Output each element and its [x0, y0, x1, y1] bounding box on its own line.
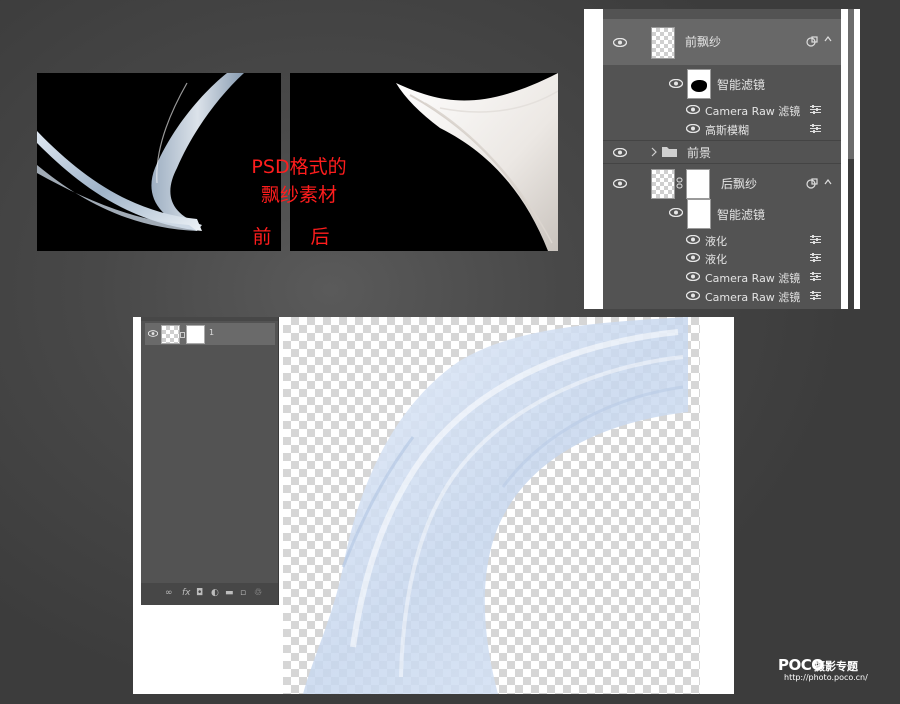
before-label: 前: [252, 226, 272, 248]
layer-mask-thumbnail: [686, 169, 710, 199]
transparent-canvas-area: [283, 317, 700, 694]
folder-icon: [662, 147, 677, 157]
after-label: 后: [310, 226, 330, 248]
mask-icon[interactable]: ◘: [196, 588, 203, 598]
filter-options-icon[interactable]: [810, 272, 821, 281]
visibility-eye-icon[interactable]: [669, 79, 683, 88]
mini-layers-panel: 1 ∞ fx ◘ ◐ ▬ ▫ ♲: [141, 317, 279, 605]
link-icon: [180, 332, 185, 338]
visibility-eye-icon[interactable]: [613, 179, 627, 188]
visibility-eye-icon[interactable]: [686, 235, 700, 244]
filter-options-icon[interactable]: [810, 105, 821, 114]
visibility-eye-icon[interactable]: [686, 124, 700, 133]
poco-watermark: POCO 摄影专题 http://photo.poco.cn/: [778, 656, 878, 686]
filter-label: Camera Raw 滤镜: [705, 272, 801, 285]
trash-icon[interactable]: ♲: [254, 588, 262, 598]
visibility-eye-icon[interactable]: [686, 291, 700, 300]
filter-options-icon[interactable]: [810, 235, 821, 244]
group-name: 前景: [687, 146, 712, 160]
canvas-screenshot: 1 ∞ fx ◘ ◐ ▬ ▫ ♲: [133, 317, 734, 694]
visibility-eye-icon[interactable]: [613, 38, 627, 47]
layers-footer-toolbar: ∞ fx ◘ ◐ ▬ ▫ ♲: [141, 583, 278, 605]
smart-filter-row[interactable]: 智能滤镜: [603, 65, 841, 101]
filter-row-camera-raw[interactable]: Camera Raw 滤镜: [603, 287, 841, 305]
smart-object-icon: [806, 36, 818, 47]
layer-thumbnail: [651, 27, 675, 59]
layer-mask-thumbnail: [186, 325, 205, 344]
scrollbar-thumb[interactable]: [848, 9, 854, 159]
layer-group-foreground[interactable]: 前景: [603, 141, 841, 163]
smart-filter-row[interactable]: 智能滤镜: [603, 196, 841, 230]
filter-label: 液化: [705, 253, 727, 266]
caption-line-2: 飘纱素材: [260, 184, 337, 206]
link-icon[interactable]: ∞: [165, 588, 173, 598]
filter-mask-thumbnail: [687, 69, 711, 99]
watermark-label: 摄影专题: [814, 660, 858, 673]
visibility-eye-icon[interactable]: [669, 208, 683, 217]
layer-row[interactable]: 1: [145, 323, 275, 345]
folder-icon[interactable]: ▬: [225, 588, 234, 598]
watermark-url: http://photo.poco.cn/: [784, 673, 868, 682]
filter-label: Camera Raw 滤镜: [705, 105, 801, 118]
filter-label: Camera Raw 滤镜: [705, 291, 801, 304]
filter-options-icon[interactable]: [810, 124, 821, 133]
smart-filter-label: 智能滤镜: [717, 78, 766, 92]
layers-list: 前飘纱 智能滤镜 Camera Raw 滤镜 高斯模糊 前景 后飘纱 智能滤镜 …: [603, 9, 841, 309]
filter-options-icon[interactable]: [810, 253, 821, 262]
smart-object-icon: [806, 178, 818, 189]
link-icon: [676, 177, 683, 189]
smart-filter-label: 智能滤镜: [717, 208, 766, 222]
new-layer-icon[interactable]: ▫: [240, 588, 246, 598]
layer-thumbnail: [161, 325, 180, 344]
adjustment-icon[interactable]: ◐: [211, 588, 219, 598]
filter-row-liquify[interactable]: 液化: [603, 249, 841, 267]
layer-name: 前飘纱: [685, 35, 722, 49]
visibility-eye-icon[interactable]: [148, 330, 158, 337]
filter-row-gaussian-blur[interactable]: 高斯模糊: [603, 119, 841, 139]
filter-mask-thumbnail: [687, 199, 711, 229]
filter-label: 液化: [705, 235, 727, 248]
visibility-eye-icon[interactable]: [686, 272, 700, 281]
chiffon-fabric-graphic: [303, 317, 688, 694]
filter-label: 高斯模糊: [705, 124, 749, 137]
filter-row-camera-raw[interactable]: Camera Raw 滤镜: [603, 101, 841, 119]
panel-scrollbar[interactable]: [848, 9, 854, 309]
layer-thumbnail: [651, 169, 675, 199]
caption-line-1: PSD格式的: [251, 156, 347, 178]
collapse-chevron-icon[interactable]: [824, 179, 832, 185]
visibility-eye-icon[interactable]: [686, 253, 700, 262]
layer-row-front-chiffon[interactable]: 前飘纱: [603, 19, 841, 65]
filter-row-liquify[interactable]: 液化: [603, 231, 841, 249]
layers-panel-screenshot: 前飘纱 智能滤镜 Camera Raw 滤镜 高斯模糊 前景 后飘纱 智能滤镜 …: [584, 9, 860, 309]
collapse-chevron-icon[interactable]: [824, 36, 832, 42]
filter-row-camera-raw[interactable]: Camera Raw 滤镜: [603, 268, 841, 286]
filter-options-icon[interactable]: [810, 291, 821, 300]
expand-arrow-icon[interactable]: [651, 147, 657, 157]
fx-icon[interactable]: fx: [182, 588, 191, 598]
visibility-eye-icon[interactable]: [686, 105, 700, 114]
visibility-eye-icon[interactable]: [613, 148, 627, 157]
layer-name: 后飘纱: [721, 177, 758, 191]
layer-name: 1: [209, 328, 215, 337]
panel-top-toolbar: [141, 317, 278, 321]
